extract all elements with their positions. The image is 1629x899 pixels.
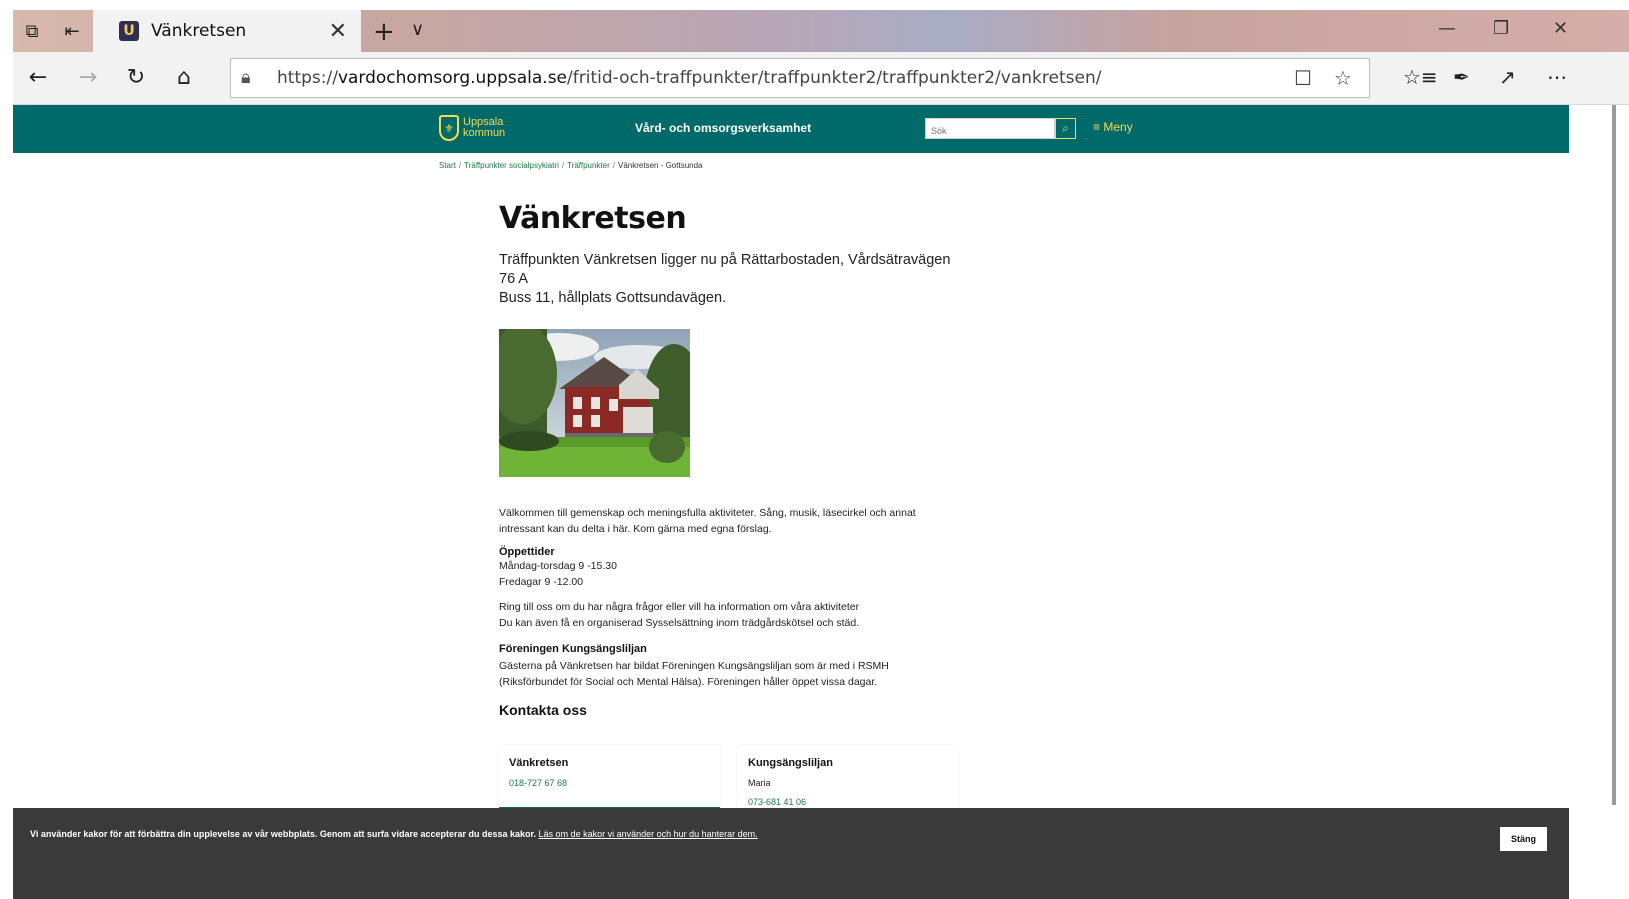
lead-line-2: Buss 11, hållplats Gottsundavägen. — [499, 290, 727, 306]
tabs-aside-icon[interactable]: ⇤ — [59, 18, 85, 44]
house-photo-svg — [499, 329, 690, 477]
minimize-icon[interactable]: — — [1438, 18, 1456, 39]
breadcrumb: Start / Träffpunkter socialpsykiatri / Träff… — [439, 161, 703, 170]
browser-chrome: ⧉ ⇤ U Vänkretsen ✕ + ∨ — ❐ ✕ ← → ↻ ⌂ 🔒︎ … — [13, 10, 1629, 105]
cookie-info-link[interactable]: Läs om de kakor vi använder och hur du h… — [539, 829, 758, 839]
info-line-2: Du kan även få en organiserad Sysselsätt… — [499, 617, 860, 629]
favorite-star-icon[interactable]: ☆ — [1334, 66, 1352, 90]
web-page: ⚜ Uppsala kommun Vård- och omsorgsverksa… — [13, 105, 1629, 899]
contact-phone-link[interactable]: 073-681 41 06 — [748, 797, 959, 807]
logo-text: Uppsala kommun — [463, 117, 505, 139]
url-scheme: https:// — [277, 68, 338, 88]
cookie-text: Vi använder kakor för att förbättra din … — [30, 829, 537, 839]
search-button[interactable]: ⌕ — [1055, 118, 1076, 139]
forward-icon[interactable]: → — [73, 65, 103, 90]
scrollbar[interactable] — [1612, 105, 1616, 805]
site-header: ⚜ Uppsala kommun Vård- och omsorgsverksa… — [13, 105, 1569, 153]
tab-title: Vänkretsen — [151, 21, 247, 41]
search-icon: ⌕ — [1062, 121, 1069, 135]
contact-person-name: Maria — [748, 778, 771, 788]
tab-active[interactable]: U Vänkretsen ✕ — [93, 10, 361, 52]
cookie-message: Vi använder kakor för att förbättra din … — [30, 829, 758, 839]
house-photo — [499, 329, 690, 477]
cookie-banner: Vi använder kakor för att förbättra din … — [13, 808, 1569, 899]
url-path: /fritid-och-traffpunkter/traffpunkter2/t… — [567, 68, 1102, 88]
breadcrumb-separator: / — [612, 161, 615, 170]
info-paragraph: Ring till oss om du har några frågor ell… — [499, 599, 969, 631]
main-content: Vänkretsen Träffpunkten Vänkretsen ligge… — [499, 201, 969, 718]
association-heading: Föreningen Kungsängsliljan — [499, 643, 647, 655]
intro-line-2: intressant kan du delta i här. Kom gärna… — [499, 523, 772, 535]
contact-card-title: Vänkretsen — [509, 757, 569, 769]
shield-icon: ⚜ — [439, 115, 459, 141]
assoc-line-1: Gästerna på Vänkretsen har bildat Föreni… — [499, 660, 889, 672]
intro-line-1: Välkommen till gemenskap och meningsfull… — [499, 507, 916, 519]
opening-hours: Måndag-torsdag 9 -15.30 Fredagar 9 -12.0… — [499, 558, 969, 590]
site-subtitle[interactable]: Vård- och omsorgsverksamhet — [635, 121, 811, 135]
home-icon[interactable]: ⌂ — [169, 65, 199, 90]
restore-icon[interactable]: ❐ — [1493, 18, 1509, 39]
hamburger-icon: ≡ — [1093, 120, 1101, 134]
hours-line-2: Fredagar 9 -12.00 — [499, 576, 584, 588]
contact-heading: Kontakta oss — [499, 702, 587, 718]
breadcrumb-start[interactable]: Start — [439, 161, 456, 170]
favorites-list-icon[interactable]: ☆≡ — [1403, 65, 1438, 89]
address-bar[interactable]: 🔒︎ https://vardochomsorg.uppsala.se/frit… — [230, 58, 1370, 98]
tab-set-aside-icon[interactable]: ⧉ — [19, 18, 45, 44]
site-logo[interactable]: ⚜ Uppsala kommun — [439, 115, 505, 141]
tab-bar: ⧉ ⇤ U Vänkretsen ✕ + ∨ — ❐ ✕ — [13, 10, 1629, 52]
navigation-bar: ← → ↻ ⌂ 🔒︎ https://vardochomsorg.uppsala… — [13, 52, 1629, 105]
opening-hours-heading: Öppettider — [499, 546, 555, 558]
breadcrumb-separator: / — [561, 161, 565, 170]
close-tab-icon[interactable]: ✕ — [329, 19, 347, 44]
menu-button[interactable]: ≡ Meny — [1093, 120, 1133, 134]
contact-card-vankretsen: Vänkretsen 018-727 67 68 — [499, 745, 720, 809]
association-paragraph: Gästerna på Vänkretsen har bildat Föreni… — [499, 658, 969, 690]
close-window-icon[interactable]: ✕ — [1553, 18, 1568, 39]
breadcrumb-traffpunkter-socialpsykiatri[interactable]: Träffpunkter socialpsykiatri — [464, 161, 559, 170]
contact-card-title: Kungsängsliljan — [748, 757, 833, 769]
intro-paragraph: Välkommen till gemenskap och meningsfull… — [499, 505, 969, 537]
chevron-down-icon[interactable]: ∨ — [411, 19, 424, 40]
contact-phone-link[interactable]: 018-727 67 68 — [509, 778, 720, 788]
favicon-icon: U — [119, 21, 139, 41]
new-tab-icon[interactable]: + — [373, 17, 395, 47]
lead-line-1: Träffpunkten Vänkretsen ligger nu på Rät… — [499, 252, 951, 287]
back-icon[interactable]: ← — [23, 65, 53, 90]
breadcrumb-separator: / — [458, 161, 462, 170]
breadcrumb-traffpunkter[interactable]: Träffpunkter — [567, 161, 610, 170]
assoc-line-2: (Riksförbundet för Social och Mental Häl… — [499, 676, 878, 688]
search-field[interactable] — [925, 118, 1055, 141]
more-icon[interactable]: ⋯ — [1547, 65, 1567, 89]
lock-icon: 🔒︎ — [241, 67, 251, 88]
lead-text: Träffpunkten Vänkretsen ligger nu på Rät… — [499, 251, 969, 308]
breadcrumb-current: Vänkretsen - Gottsunda — [618, 161, 703, 170]
refresh-icon[interactable]: ↻ — [121, 65, 151, 90]
url-text[interactable]: https://vardochomsorg.uppsala.se/fritid-… — [277, 68, 1101, 88]
info-line-1: Ring till oss om du har några frågor ell… — [499, 601, 860, 613]
reading-view-icon[interactable]: ☐ — [1294, 66, 1312, 90]
search-input[interactable] — [926, 121, 1052, 141]
cookie-close-button[interactable]: Stäng — [1500, 827, 1547, 851]
share-icon[interactable]: ↗ — [1499, 65, 1516, 89]
pen-icon[interactable]: ✒︎ — [1453, 65, 1470, 89]
page-title: Vänkretsen — [499, 201, 687, 236]
url-host: vardochomsorg.uppsala.se — [337, 68, 568, 88]
menu-label: Meny — [1103, 120, 1133, 134]
logo-line-2: kommun — [463, 127, 506, 139]
hours-line-1: Måndag-torsdag 9 -15.30 — [499, 560, 617, 572]
